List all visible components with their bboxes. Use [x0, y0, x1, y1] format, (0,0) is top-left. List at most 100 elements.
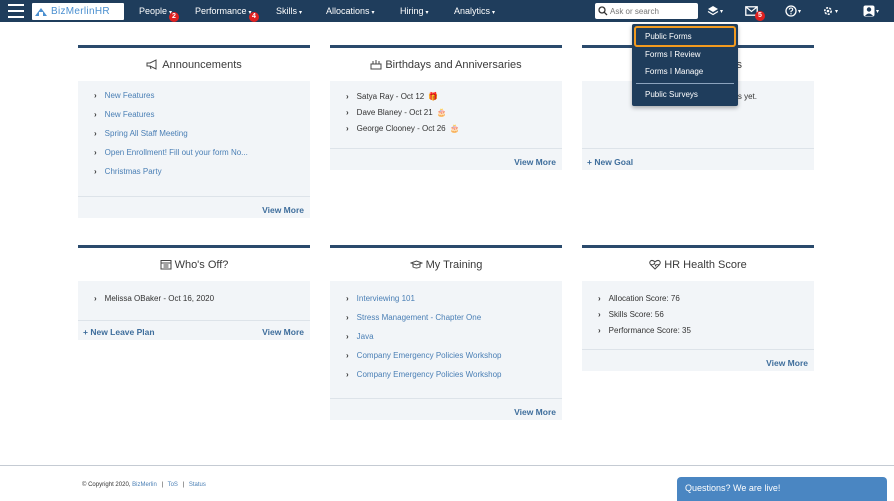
top-navbar: BizMerlinHR People▾ 2 Performance▾ 4 Ski…: [0, 0, 894, 22]
chevron-down-icon: ▾: [425, 10, 429, 16]
card-footer: View More: [582, 349, 814, 374]
search-box[interactable]: [595, 3, 698, 19]
training-icon: [409, 260, 423, 269]
card-header: HR Health Score: [582, 248, 814, 281]
list-item: Melissa OBaker - Oct 16, 2020: [104, 294, 215, 303]
list-item[interactable]: New Features: [105, 110, 155, 119]
search-input[interactable]: [610, 4, 690, 18]
card-title: HR Health Score: [664, 258, 747, 271]
card-footer: View More: [330, 398, 562, 423]
calendar-icon: [160, 260, 172, 270]
chevron-right-icon: ›: [94, 148, 97, 157]
apps-menu[interactable]: ▾: [707, 3, 723, 19]
chevron-right-icon: ›: [94, 91, 97, 100]
view-more-link[interactable]: View More: [514, 407, 556, 417]
chevron-right-icon: ›: [346, 332, 349, 341]
list-item[interactable]: Stress Management - Chapter One: [357, 313, 482, 322]
status-link[interactable]: Status: [189, 482, 206, 488]
birthdays-card: Birthdays and Anniversaries › Satya Ray -…: [330, 45, 562, 170]
nav-people[interactable]: People▾: [139, 0, 172, 22]
new-goal-link[interactable]: + New Goal: [587, 157, 633, 167]
nav-allocations[interactable]: Allocations ▾: [326, 0, 375, 22]
view-more-link[interactable]: View More: [766, 358, 808, 368]
list-item[interactable]: Spring All Staff Meeting: [105, 129, 188, 138]
chevron-down-icon: ▾: [720, 8, 724, 15]
view-more-link[interactable]: View More: [262, 205, 304, 215]
nav-allocations-label: Allocations: [326, 6, 370, 16]
list-item: Dave Blaney - Oct 21: [356, 108, 433, 117]
chevron-right-icon: ›: [346, 313, 349, 322]
nav-hiring[interactable]: Hiring ▾: [400, 0, 429, 22]
cake-icon: [370, 60, 382, 70]
live-chat-button[interactable]: Questions? We are live!: [677, 477, 887, 501]
list-item[interactable]: Java: [357, 332, 374, 341]
card-title: Announcements: [162, 58, 242, 71]
card-title: Who's Off?: [174, 258, 229, 271]
user-menu[interactable]: ▾: [863, 3, 879, 19]
view-more-link[interactable]: View More: [262, 327, 304, 337]
company-link[interactable]: BizMerlin: [132, 482, 157, 488]
mail-notification-badge: 5: [755, 11, 765, 21]
new-leave-plan-link[interactable]: + New Leave Plan: [83, 327, 155, 337]
chevron-right-icon: ›: [346, 92, 349, 101]
tos-link[interactable]: ToS: [168, 482, 178, 488]
chevron-down-icon: ▾: [798, 8, 802, 15]
footer: © Copyright 2020, BizMerlin | ToS | Stat…: [82, 482, 206, 488]
menu-item-forms-i-review[interactable]: Forms I Review: [645, 50, 701, 59]
brand-name: BizMerlinHR: [51, 6, 110, 17]
gear-icon: [823, 6, 833, 16]
list-item[interactable]: Interviewing 101: [357, 294, 415, 303]
footer-separator: |: [161, 482, 164, 488]
brand-logo[interactable]: BizMerlinHR: [32, 3, 124, 20]
heart-pulse-icon: [649, 259, 661, 270]
chevron-right-icon: ›: [94, 129, 97, 138]
list-item[interactable]: New Features: [105, 91, 155, 100]
nav-people-label: People: [139, 6, 168, 16]
card-header: Birthdays and Anniversaries: [330, 48, 562, 81]
card-footer: View More: [78, 196, 310, 221]
chevron-right-icon: ›: [94, 294, 97, 303]
avatar-icon: [863, 5, 875, 17]
list-item: Performance Score: 35: [608, 326, 691, 335]
list-item: Satya Ray - Oct 12: [356, 92, 425, 101]
chevron-right-icon: ›: [346, 108, 349, 117]
help-icon: [785, 5, 797, 17]
hr-health-card: HR Health Score › Allocation Score: 76 › S…: [582, 245, 814, 371]
menu-item-forms-i-manage[interactable]: Forms I Manage: [645, 67, 703, 76]
list-item[interactable]: Company Emergency Policies Workshop: [357, 370, 502, 379]
nav-skills-label: Skills: [276, 6, 298, 16]
announcements-card: Announcements › New Features › New Feature…: [78, 45, 310, 218]
search-icon: [598, 6, 608, 16]
list-item: Allocation Score: 76: [608, 294, 680, 303]
chevron-right-icon: ›: [346, 370, 349, 379]
megaphone-icon: [146, 59, 157, 70]
card-title: My Training: [425, 258, 483, 271]
card-footer: + New Leave Plan View More: [78, 320, 310, 343]
chevron-right-icon: ›: [346, 294, 349, 303]
nav-performance[interactable]: Performance▾: [195, 0, 252, 22]
chevron-right-icon: ›: [346, 351, 349, 360]
nav-analytics[interactable]: Analytics ▾: [454, 0, 495, 22]
menu-item-public-surveys[interactable]: Public Surveys: [645, 90, 698, 99]
nav-analytics-label: Analytics: [454, 6, 491, 16]
card-header: Announcements: [78, 48, 310, 81]
chevron-right-icon: ›: [598, 310, 601, 319]
help-menu[interactable]: ▾: [785, 3, 801, 19]
logo-icon: [35, 7, 47, 16]
nav-skills[interactable]: Skills ▾: [276, 0, 302, 22]
chevron-down-icon: ▾: [876, 8, 880, 15]
settings-menu[interactable]: ▾: [822, 3, 838, 19]
list-item[interactable]: Christmas Party: [105, 167, 162, 176]
view-more-link[interactable]: View More: [514, 157, 556, 167]
nav-hiring-label: Hiring: [400, 6, 424, 16]
list-item[interactable]: Open Enrollment! Fill out your form No..…: [105, 148, 248, 157]
training-card: My Training › Interviewing 101 › Stress Ma…: [330, 245, 562, 420]
footer-separator: |: [182, 482, 185, 488]
chevron-right-icon: ›: [346, 124, 349, 133]
list-item[interactable]: Company Emergency Policies Workshop: [357, 351, 502, 360]
chevron-right-icon: ›: [94, 167, 97, 176]
menu-item-public-forms[interactable]: Public Forms: [645, 32, 692, 41]
card-title: Birthdays and Anniversaries: [385, 58, 522, 71]
people-notification-badge: 2: [169, 12, 179, 22]
hamburger-menu-icon[interactable]: [8, 4, 24, 18]
